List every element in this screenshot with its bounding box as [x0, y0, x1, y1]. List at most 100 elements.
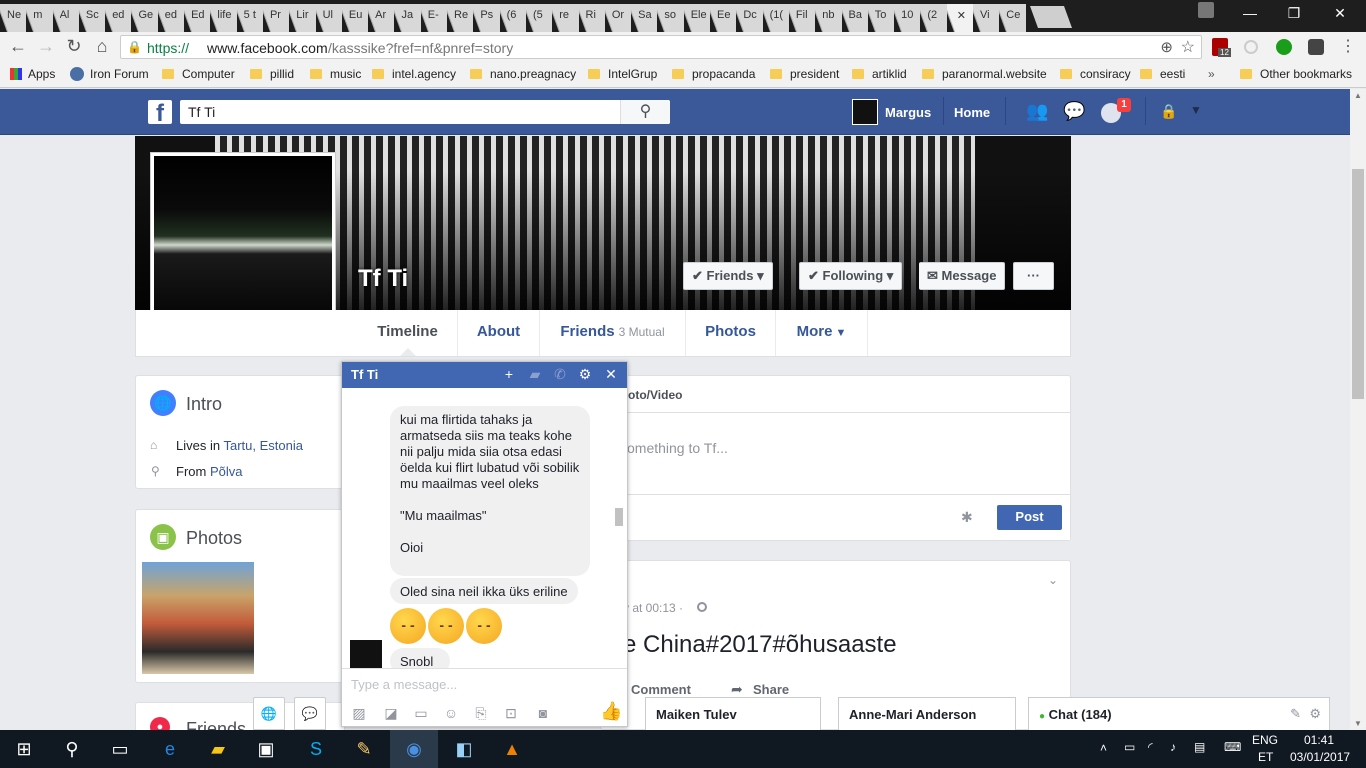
lang-eng[interactable]: ENG — [1252, 733, 1278, 747]
fb-search-input[interactable]: Tf Ti ⚲ — [180, 100, 670, 124]
url-bar[interactable]: 🔒 https:// www.facebook.com /kasssike?fr… — [120, 35, 1202, 59]
lives-country-link[interactable]: Estonia — [260, 438, 303, 453]
browser-tab[interactable]: Ps — [473, 0, 499, 32]
bookmark-item[interactable]: nano.preagnacy — [470, 67, 576, 81]
chat-group-icon[interactable]: 💬 — [294, 697, 326, 730]
tab-about[interactable]: About — [458, 310, 540, 356]
chat-scrollbar[interactable] — [615, 508, 623, 526]
lives-city-link[interactable]: Tartu — [223, 438, 252, 453]
browser-tab[interactable]: Or — [605, 0, 631, 32]
browser-tab[interactable]: To — [868, 0, 894, 32]
video-call-icon[interactable]: ▰ — [526, 366, 544, 383]
gear-icon[interactable]: ⚙ — [1309, 706, 1321, 722]
store-icon[interactable]: ▣ — [242, 730, 290, 768]
tray-arrow-icon[interactable]: ˄ — [1100, 741, 1107, 755]
browser-tab[interactable]: Sc — [79, 0, 105, 32]
browser-tab[interactable]: Dc — [736, 0, 762, 32]
more-options-button[interactable]: ··· — [1013, 262, 1054, 290]
scrollbar-thumb[interactable] — [1352, 169, 1364, 399]
forward-icon[interactable]: → — [34, 36, 58, 57]
chrome-icon[interactable]: ◉ — [390, 730, 438, 768]
browser-tab[interactable]: ✕ — [947, 0, 973, 32]
photos-title[interactable]: Photos — [186, 528, 242, 549]
search-button[interactable]: ⚲ — [620, 100, 670, 124]
extension-icon[interactable] — [1244, 40, 1258, 54]
browser-tab[interactable]: ed — [158, 0, 184, 32]
ublock-icon[interactable]: 12 — [1212, 38, 1231, 57]
browser-tab[interactable]: E- — [421, 0, 447, 32]
close-tab-icon[interactable]: ✕ — [957, 9, 973, 22]
profile-button[interactable] — [1186, 0, 1226, 28]
gear-icon[interactable]: ⚙ — [576, 366, 594, 383]
bookmark-item[interactable]: music — [310, 67, 361, 81]
bookmark-item[interactable]: eesti — [1140, 67, 1185, 81]
browser-tab[interactable]: (1( — [763, 0, 789, 32]
volume-icon[interactable]: ♪ — [1170, 740, 1176, 754]
chat-title[interactable]: Tf Ti — [351, 367, 378, 382]
task-view-icon[interactable]: ▭ — [96, 730, 144, 768]
search-icon[interactable]: ⚲ — [48, 730, 96, 768]
avatar[interactable] — [350, 640, 382, 668]
bookmark-item[interactable]: Computer — [162, 67, 235, 81]
account-menu-chevron-icon[interactable]: ▼ — [1190, 103, 1202, 117]
browser-tab[interactable]: Eu — [342, 0, 368, 32]
browser-tab[interactable]: Ed — [184, 0, 210, 32]
browser-tab[interactable]: nb — [815, 0, 841, 32]
messages-icon[interactable]: 💬 — [1063, 101, 1085, 122]
extension-green-icon[interactable] — [1276, 39, 1292, 55]
message-input[interactable]: Type a message... — [351, 677, 457, 692]
browser-tab[interactable]: Ri — [579, 0, 605, 32]
attachment-icon[interactable]: ⎘ — [472, 705, 490, 721]
avatar[interactable] — [852, 99, 878, 125]
home-icon[interactable]: ⌂ — [90, 36, 114, 57]
photo-thumbnail[interactable] — [142, 562, 254, 674]
friend-requests-icon[interactable]: 👥 — [1026, 101, 1048, 122]
keyboard-icon[interactable]: ⌨ — [1224, 740, 1241, 754]
profile-name[interactable]: Tf Ti — [358, 265, 408, 293]
compose-icon[interactable]: ✎ — [1290, 706, 1301, 722]
bookmark-item[interactable]: pillid — [250, 67, 294, 81]
bookmark-item[interactable]: propacanda — [672, 67, 755, 81]
clock-date[interactable]: 03/01/2017 — [1290, 750, 1350, 764]
clock-time[interactable]: 01:41 — [1304, 733, 1334, 747]
back-icon[interactable]: ← — [6, 36, 30, 57]
browser-tab[interactable]: (5 — [526, 0, 552, 32]
maximize-button[interactable]: ❐ — [1272, 0, 1316, 28]
bookmark-item[interactable]: consiracy — [1060, 67, 1131, 81]
camera-icon[interactable]: ◙ — [534, 705, 552, 721]
bookmark-item[interactable]: Iron Forum — [70, 67, 149, 81]
page-scrollbar[interactable]: ▲ ▼ — [1350, 89, 1366, 730]
bookmark-apps[interactable]: Apps — [10, 67, 55, 81]
new-tab-button[interactable] — [1029, 6, 1072, 28]
tab-photos[interactable]: Photos — [686, 310, 776, 356]
browser-tab[interactable]: Lir — [289, 0, 315, 32]
lang-et[interactable]: ET — [1258, 750, 1273, 764]
emoji-icon[interactable]: ☺ — [442, 705, 460, 721]
comment-button[interactable]: Comment — [631, 682, 691, 697]
facebook-logo-icon[interactable]: f — [148, 100, 172, 127]
file-explorer-icon[interactable]: ▰ — [194, 730, 242, 768]
browser-tab[interactable]: Ee — [710, 0, 736, 32]
game-icon[interactable]: ⊡ — [502, 705, 520, 721]
wifi-icon[interactable]: ◜ — [1148, 740, 1153, 754]
gif-icon[interactable]: ▭ — [412, 705, 430, 721]
vlc-icon[interactable]: ▲ — [488, 730, 536, 768]
skype-icon[interactable]: S — [292, 730, 340, 768]
scroll-down-icon[interactable]: ▼ — [1354, 719, 1362, 728]
browser-tab[interactable]: life — [210, 0, 236, 32]
browser-tab[interactable]: Fil — [789, 0, 815, 32]
tab-photo-video[interactable]: oto/Video — [628, 388, 682, 402]
chevron-down-icon[interactable]: ⌄ — [1048, 573, 1058, 587]
scroll-up-icon[interactable]: ▲ — [1354, 91, 1362, 100]
home-link[interactable]: Home — [954, 105, 990, 120]
browser-tab[interactable]: (6 — [500, 0, 526, 32]
bookmark-item[interactable]: paranormal.website — [922, 67, 1047, 81]
browser-tab[interactable]: ed — [105, 0, 131, 32]
browser-tab[interactable]: m — [26, 0, 52, 32]
bookmark-item[interactable]: IntelGrup — [588, 67, 657, 81]
browser-tab[interactable]: Ba — [842, 0, 868, 32]
browser-tab[interactable]: Vi — [973, 0, 999, 32]
chat-globe-icon[interactable]: 🌐 — [253, 697, 285, 730]
sticker-icon[interactable]: ◪ — [382, 705, 400, 721]
browser-tab[interactable]: 10 — [894, 0, 920, 32]
